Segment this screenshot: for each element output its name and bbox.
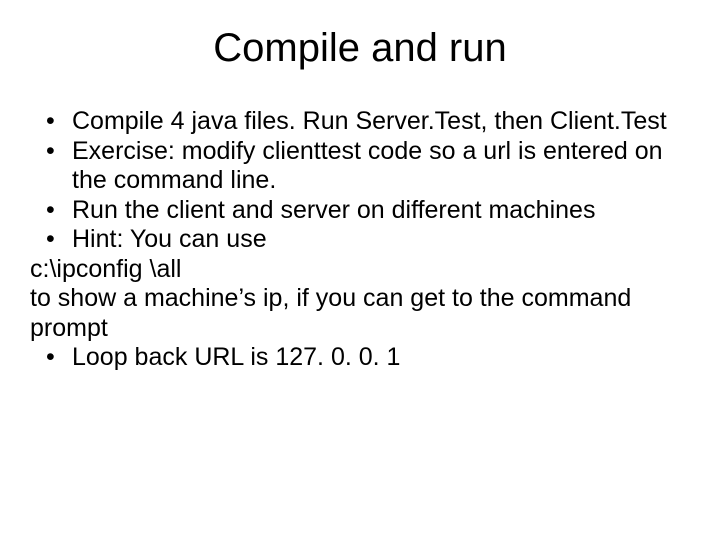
list-item: c:\ipconfig \all [30,255,690,285]
list-item: Exercise: modify clienttest code so a ur… [30,137,690,196]
list-item-text: to show a machine’s ip, if you can get t… [30,284,631,342]
list-item-text: c:\ipconfig \all [30,255,181,283]
list-item-text: Run the client and server on different m… [72,196,595,224]
list-item: to show a machine’s ip, if you can get t… [30,284,690,343]
list-item-text: Compile 4 java files. Run Server.Test, t… [72,107,667,135]
list-item: Run the client and server on different m… [30,196,690,226]
slide-body: Compile 4 java files. Run Server.Test, t… [30,107,690,373]
list-item-text: Hint: You can use [72,225,267,253]
list-item: Compile 4 java files. Run Server.Test, t… [30,107,690,137]
list-item: Loop back URL is 127. 0. 0. 1 [30,343,690,373]
slide: Compile and run Compile 4 java files. Ru… [0,0,720,540]
list-item-text: Exercise: modify clienttest code so a ur… [72,137,663,195]
list-item: Hint: You can use [30,225,690,255]
bullet-list: Compile 4 java files. Run Server.Test, t… [30,107,690,373]
list-item-text: Loop back URL is 127. 0. 0. 1 [72,343,400,371]
slide-title: Compile and run [30,26,690,71]
